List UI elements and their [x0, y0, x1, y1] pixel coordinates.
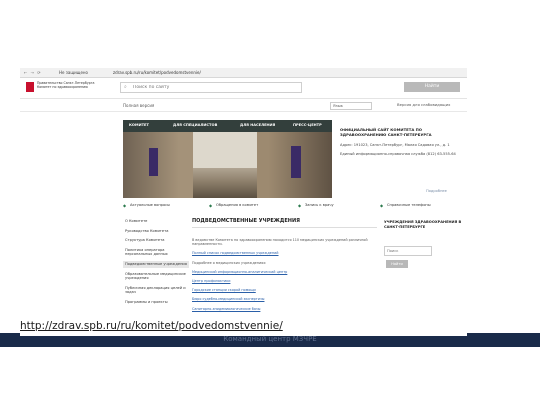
institution-link[interactable]: Бюро судебно-медицинской экспертизы [192, 297, 377, 301]
quicklink-phones[interactable]: Справочные телефоны [387, 203, 431, 207]
official-info-box: ОФИЦИАЛЬНЫЙ САЙТ КОМИТЕТА ПО ЗДРАВООХРАН… [340, 120, 460, 200]
site-logo-text[interactable]: Правительство Санкт-Петербурга Комитет п… [37, 81, 99, 90]
slide-footer-caption: Командный центр МЗЧРЕ [223, 335, 317, 343]
accessibility-link[interactable]: Версия для слабовидящих [397, 102, 450, 107]
intro-text: В ведомстве Комитета по здравоохранению … [192, 238, 368, 247]
site-header: Правительство Санкт-Петербурга Комитет п… [20, 78, 467, 99]
sidebar-item[interactable]: Структура Комитета [123, 237, 189, 244]
photo-sky [193, 132, 257, 168]
main-nav: КОМИТЕТ ДЛЯ СПЕЦИАЛИСТОВ ДЛЯ НАСЕЛЕНИЯ П… [123, 120, 332, 132]
full-list-link[interactable]: Полный список подведомственных учреждени… [192, 251, 377, 255]
photo-building-left [123, 132, 193, 198]
browser-window: ← → ⟳ Не защищено zdrav.spb.ru/ru/komite… [20, 68, 467, 336]
mail-icon: ◆ [209, 203, 213, 208]
institution-link[interactable]: Городские станции скорой помощи [192, 288, 377, 292]
sidebar-item[interactable]: Программы и проекты [123, 299, 189, 306]
nav-item-press[interactable]: ПРЕСС-ЦЕНТР [293, 123, 322, 127]
browser-nav-buttons[interactable]: ← → ⟳ [24, 70, 42, 75]
version-label[interactable]: Полная версия [123, 103, 154, 108]
institution-search-panel: УЧРЕЖДЕНИЯ ЗДРАВООХРАНЕНИЯ В САНКТ-ПЕТЕР… [384, 220, 464, 280]
quick-links: ◆ Актуальные вопросы ◆ Обращения в комит… [123, 203, 463, 213]
institution-link[interactable]: Центр профилактики [192, 279, 377, 283]
search-input[interactable] [133, 83, 293, 92]
committee-address: Адрес: 191023, Санкт-Петербург, Малая Са… [340, 143, 450, 148]
quicklink-questions[interactable]: Актуальные вопросы [130, 203, 170, 207]
photo-banner-left [149, 148, 158, 176]
quicklink-appeals[interactable]: Обращения в комитет [216, 203, 258, 207]
source-url-link[interactable]: http://zdrav.spb.ru/ru/komitet/podvedoms… [20, 320, 283, 332]
city-emblem-icon[interactable] [26, 82, 34, 92]
sidebar-item[interactable]: Образовательные медицинские учреждения [123, 271, 189, 282]
sidebar-menu: О Комитете Руководство Комитета Структур… [123, 218, 189, 336]
nav-item-komitet[interactable]: КОМИТЕТ [129, 123, 149, 127]
address-bar[interactable]: zdrav.spb.ru/ru/komitet/podvedomstvennie… [113, 70, 201, 75]
sidebar-item[interactable]: Руководство Комитета [123, 228, 189, 235]
institution-search-button[interactable]: Найти [386, 260, 408, 268]
doctor-icon: ◆ [298, 203, 302, 208]
nav-item-population[interactable]: ДЛЯ НАСЕЛЕНИЯ [240, 123, 275, 127]
search-icon: ⌕ [124, 84, 127, 90]
header-photo [123, 132, 332, 198]
main-content: ПОДВЕДОМСТВЕННЫЕ УЧРЕЖДЕНИЯ В ведомстве … [192, 218, 377, 336]
browser-toolbar: ← → ⟳ Не защищено zdrav.spb.ru/ru/komite… [20, 68, 467, 78]
quicklink-appointment[interactable]: Запись к врачу [305, 203, 334, 207]
sub-header-bar: Полная версия Язык Версия для слабовидящ… [20, 99, 467, 112]
question-icon: ◆ [123, 203, 127, 208]
security-indicator[interactable]: Не защищено [59, 70, 88, 75]
official-site-title: ОФИЦИАЛЬНЫЙ САЙТ КОМИТЕТА ПО ЗДРАВООХРАН… [340, 127, 432, 137]
institution-search-input[interactable]: Поиск [384, 246, 432, 256]
page-title: ПОДВЕДОМСТВЕННЫЕ УЧРЕЖДЕНИЯ [192, 218, 377, 228]
institution-link[interactable]: Санитарно-эпидемиологические базы [192, 307, 377, 311]
sidebar-item[interactable]: О Комитете [123, 218, 189, 225]
subheading-text: Подробнее о медицинских учреждениях: [192, 260, 267, 265]
search-button[interactable]: Найти [404, 82, 460, 92]
phone-icon: ◆ [380, 203, 384, 208]
nav-item-specialists[interactable]: ДЛЯ СПЕЦИАЛИСТОВ [173, 123, 217, 127]
sidebar-item-active[interactable]: Подведомственные учреждения [123, 260, 189, 268]
sidebar-item[interactable]: Политика оператора персональных данных [123, 247, 189, 258]
photo-banner-right [291, 146, 301, 178]
panel-heading: УЧРЕЖДЕНИЯ ЗДРАВООХРАНЕНИЯ В САНКТ-ПЕТЕР… [384, 220, 462, 229]
site-search: ⌕ [120, 82, 302, 93]
more-link[interactable]: Подробнее [426, 189, 447, 193]
language-select[interactable]: Язык [330, 102, 372, 110]
institution-link[interactable]: Медицинский информационно-аналитический … [192, 270, 377, 274]
sidebar-item[interactable]: Публичная декларация целей и задач [123, 285, 189, 296]
committee-phone: Единый информационно-справочная служба (… [340, 151, 456, 156]
